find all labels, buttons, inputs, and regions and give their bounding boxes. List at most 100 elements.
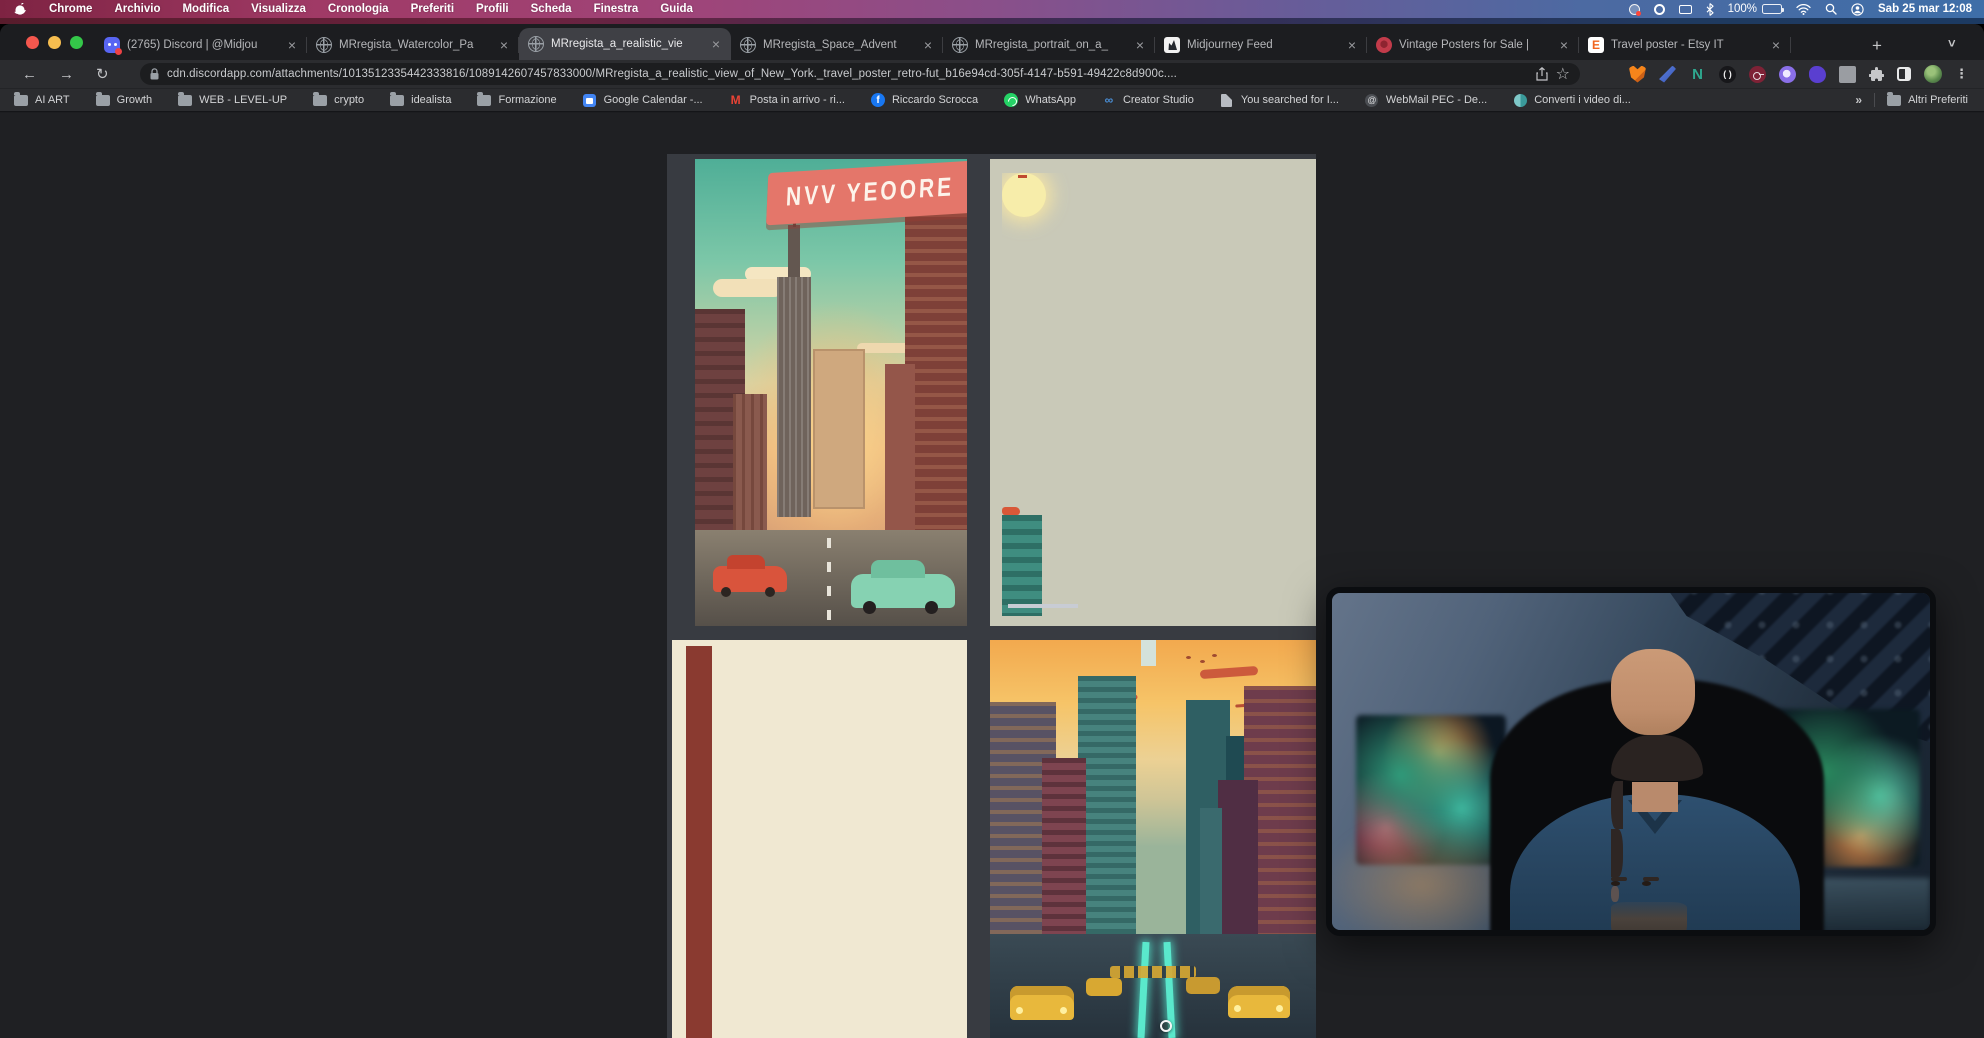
folder-icon — [477, 93, 491, 107]
tab-close-icon[interactable]: × — [922, 38, 934, 52]
tab-watercolor[interactable]: MRregista_Watercolor_Pa × — [307, 30, 519, 60]
webcam-overlay — [1326, 587, 1936, 936]
address-bar[interactable]: cdn.discordapp.com/attachments/101351233… — [140, 63, 1580, 85]
user-switch-icon[interactable] — [1851, 2, 1864, 16]
tab-portrait[interactable]: MRregista_portrait_on_a_ × — [943, 30, 1155, 60]
helicopter-illustration — [1002, 507, 1020, 515]
menu-scheda[interactable]: Scheda — [520, 3, 583, 15]
wifi-icon[interactable] — [1796, 2, 1811, 16]
menu-profili[interactable]: Profili — [465, 3, 520, 15]
gmail-icon: M — [729, 93, 743, 107]
bookmark-webmail-pec[interactable]: @WebMail PEC - De... — [1365, 93, 1487, 107]
forward-button[interactable]: → — [59, 67, 74, 82]
zoom-window-button[interactable] — [70, 36, 83, 49]
chrome-window: (2765) Discord | @Midjou × MRregista_Wat… — [0, 24, 1984, 1038]
back-button[interactable]: ← — [22, 67, 37, 82]
apple-logo-icon[interactable] — [14, 3, 26, 15]
bookmark-folder-formazione[interactable]: Formazione — [477, 93, 556, 107]
window-controls — [26, 36, 83, 49]
tab-close-icon[interactable]: × — [1134, 38, 1146, 52]
bookmarks-overflow-icon[interactable]: » — [1855, 93, 1862, 107]
bookmark-folder-growth[interactable]: Growth — [96, 93, 152, 107]
tab-close-icon[interactable]: × — [1346, 38, 1358, 52]
tab-close-icon[interactable]: × — [1770, 38, 1782, 52]
bookmark-facebook-profile[interactable]: fRiccardo Scrocca — [871, 93, 978, 107]
menu-bar-clock[interactable]: Sab 25 mar 12:08 — [1878, 3, 1972, 15]
menu-visualizza[interactable]: Visualizza — [240, 3, 317, 15]
screen-record-icon[interactable] — [1629, 2, 1640, 16]
bookmark-converti-video[interactable]: Converti i video di... — [1513, 93, 1631, 107]
spotlight-search-icon[interactable] — [1825, 2, 1837, 16]
folder-icon — [14, 93, 28, 107]
purple-extension-icon[interactable] — [1809, 66, 1826, 83]
presenter-neck — [1632, 782, 1678, 812]
black-round-extension-icon[interactable]: ( ) — [1719, 66, 1736, 83]
bookmark-folder-ai-art[interactable]: AI ART — [14, 93, 70, 107]
poster-taxi-street — [990, 640, 1316, 1038]
bluetooth-icon[interactable] — [1706, 2, 1714, 16]
blue-feather-extension-icon[interactable] — [1659, 66, 1676, 83]
bookmark-creator-studio[interactable]: ∞Creator Studio — [1102, 93, 1194, 107]
folder-icon — [1887, 93, 1901, 107]
menu-guida[interactable]: Guida — [649, 3, 704, 15]
battery-indicator[interactable]: 100% — [1728, 3, 1782, 15]
bookmark-google-calendar[interactable]: Google Calendar -... — [583, 93, 703, 107]
bookmark-folder-web-level-up[interactable]: WEB - LEVEL-UP — [178, 93, 287, 107]
etsy-favicon-icon: E — [1588, 37, 1604, 53]
menu-finestra[interactable]: Finestra — [583, 3, 650, 15]
bookmark-you-searched[interactable]: You searched for I... — [1220, 93, 1339, 107]
empire-state-building-illustration — [1002, 217, 1058, 507]
tab-close-icon[interactable]: × — [1558, 38, 1570, 52]
url-text: cdn.discordapp.com/attachments/101351233… — [167, 68, 1528, 80]
taxi-illustration — [1228, 986, 1290, 1018]
tab-close-icon[interactable]: × — [710, 37, 722, 51]
bookmark-folder-crypto[interactable]: crypto — [313, 93, 364, 107]
bookmark-whatsapp[interactable]: WhatsApp — [1004, 93, 1076, 107]
loom-icon[interactable] — [1654, 2, 1665, 16]
tab-search-chevron-icon[interactable]: ˅ — [1948, 36, 1956, 51]
red-round-favicon-icon — [1376, 37, 1392, 53]
tab-etsy[interactable]: E Travel poster - Etsy IT × — [1579, 30, 1791, 60]
tab-close-icon[interactable]: × — [286, 38, 298, 52]
bookmark-folder-idealista[interactable]: idealista — [390, 93, 451, 107]
empire-state-building-illustration — [1128, 666, 1170, 936]
menu-preferiti[interactable]: Preferiti — [400, 3, 465, 15]
tab-space-adventure[interactable]: MRregista_Space_Advent × — [731, 30, 943, 60]
folder-icon — [178, 93, 192, 107]
bookmark-star-icon[interactable]: ☆ — [1556, 64, 1570, 84]
tab-discord[interactable]: (2765) Discord | @Midjou × — [95, 30, 307, 60]
display-icon[interactable] — [1679, 2, 1692, 16]
lavender-extension-icon[interactable] — [1779, 66, 1796, 83]
menu-modifica[interactable]: Modifica — [171, 3, 240, 15]
bookmark-other-favorites[interactable]: Altri Preferiti — [1887, 93, 1968, 107]
share-icon[interactable] — [1536, 67, 1548, 81]
bookmark-gmail-inbox[interactable]: MPosta in arrivo - ri... — [729, 93, 845, 107]
bookmarks-bar: AI ART Growth WEB - LEVEL-UP crypto idea… — [0, 88, 1984, 112]
minimize-window-button[interactable] — [48, 36, 61, 49]
close-window-button[interactable] — [26, 36, 39, 49]
reload-button[interactable]: ↻ — [96, 67, 109, 82]
tab-strip: (2765) Discord | @Midjou × MRregista_Wat… — [0, 24, 1984, 60]
globe-favicon-icon — [316, 37, 332, 53]
menu-chrome[interactable]: Chrome — [38, 3, 103, 15]
mouse-cursor — [1160, 1020, 1172, 1032]
lock-icon — [150, 68, 159, 80]
profile-avatar[interactable] — [1924, 65, 1942, 83]
metamask-extension-icon[interactable] — [1629, 66, 1646, 83]
password-key-extension-icon[interactable] — [1749, 66, 1766, 83]
side-panel-icon[interactable] — [1897, 67, 1911, 81]
tab-vintage-posters[interactable]: Vintage Posters for Sale | × — [1367, 30, 1579, 60]
chrome-menu-kebab-icon[interactable]: ⋮ — [1955, 66, 1968, 82]
folder-icon — [96, 93, 110, 107]
tab-midjourney-feed[interactable]: Midjourney Feed × — [1155, 30, 1367, 60]
whatsapp-icon — [1004, 93, 1018, 107]
tab-close-icon[interactable]: × — [498, 38, 510, 52]
tab-realistic-view-active[interactable]: MRregista_a_realistic_vie × — [519, 28, 731, 60]
screenshot-grid-extension-icon[interactable] — [1839, 66, 1856, 83]
extensions-puzzle-icon[interactable] — [1869, 67, 1884, 82]
menu-archivio[interactable]: Archivio — [103, 3, 171, 15]
green-n-extension-icon[interactable]: N — [1689, 66, 1706, 83]
menu-cronologia[interactable]: Cronologia — [317, 3, 400, 15]
midjourney-grid-image[interactable]: NVV YEOORE — [667, 154, 1316, 1038]
new-tab-button[interactable]: + — [1872, 36, 1882, 56]
